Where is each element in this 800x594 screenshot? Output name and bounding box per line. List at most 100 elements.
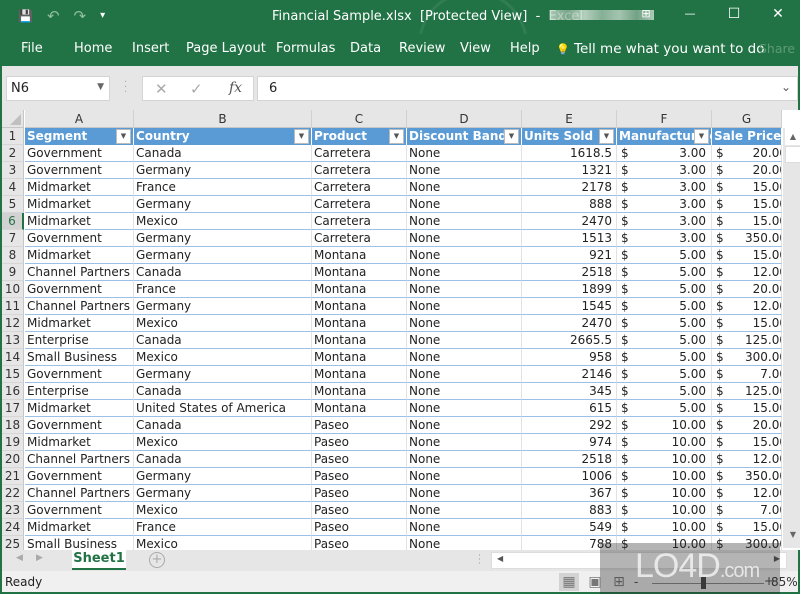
chevron-down-icon[interactable]: ▼ xyxy=(97,82,104,92)
table-cell-segment[interactable]: Government xyxy=(25,417,134,434)
table-cell-product[interactable]: Montana xyxy=(312,332,407,349)
table-cell-country[interactable]: Germany xyxy=(134,468,312,485)
scroll-up-icon[interactable]: ▲ xyxy=(785,128,800,145)
table-cell-mfg[interactable]: $5.00 xyxy=(617,315,712,332)
table-cell-units[interactable]: 1513 xyxy=(522,230,617,247)
prev-sheet-icon[interactable]: ◀ xyxy=(16,553,23,563)
table-cell-mfg[interactable]: $3.00 xyxy=(617,162,712,179)
table-cell-segment[interactable]: Small Business xyxy=(25,536,134,550)
table-cell-units[interactable]: 788 xyxy=(522,536,617,550)
table-cell-discount[interactable]: None xyxy=(407,230,522,247)
table-cell-product[interactable]: Paseo xyxy=(312,451,407,468)
table-cell-discount[interactable]: None xyxy=(407,468,522,485)
table-cell-country[interactable]: France xyxy=(134,281,312,298)
table-cell-price[interactable]: $12.00 xyxy=(712,298,782,315)
table-cell-segment[interactable]: Government xyxy=(25,145,134,162)
row-header[interactable]: 4 xyxy=(2,179,24,196)
tab-insert[interactable]: Insert xyxy=(132,41,169,56)
filter-dropdown-icon[interactable]: ▼ xyxy=(599,129,614,144)
row-header[interactable]: 6 xyxy=(2,213,24,230)
row-header[interactable]: 1 xyxy=(2,128,24,145)
tab-data[interactable]: Data xyxy=(350,41,381,56)
table-cell-price[interactable]: $15.00 xyxy=(712,196,782,213)
table-cell-mfg[interactable]: $3.00 xyxy=(617,145,712,162)
table-cell-segment[interactable]: Midmarket xyxy=(25,196,134,213)
column-header-d[interactable]: D xyxy=(407,110,522,128)
table-cell-discount[interactable]: None xyxy=(407,298,522,315)
column-header-f[interactable]: F xyxy=(617,110,712,128)
scroll-down-icon[interactable]: ▼ xyxy=(785,530,800,544)
table-cell-units[interactable]: 2518 xyxy=(522,264,617,281)
close-button[interactable]: ✕ xyxy=(756,0,800,30)
table-cell-mfg[interactable]: $10.00 xyxy=(617,468,712,485)
table-cell-product[interactable]: Carretera xyxy=(312,179,407,196)
table-cell-product[interactable]: Montana xyxy=(312,315,407,332)
table-cell-units[interactable]: 1899 xyxy=(522,281,617,298)
table-cell-discount[interactable]: None xyxy=(407,417,522,434)
table-cell-product[interactable]: Montana xyxy=(312,264,407,281)
table-cell-units[interactable]: 615 xyxy=(522,400,617,417)
table-cell-mfg[interactable]: $10.00 xyxy=(617,434,712,451)
table-cell-mfg[interactable]: $5.00 xyxy=(617,264,712,281)
table-cell-price[interactable]: $125.00 xyxy=(712,332,782,349)
row-header[interactable]: 14 xyxy=(2,349,24,366)
table-cell-mfg[interactable]: $3.00 xyxy=(617,196,712,213)
table-cell-country[interactable]: France xyxy=(134,179,312,196)
table-cell-discount[interactable]: None xyxy=(407,162,522,179)
row-header[interactable]: 15 xyxy=(2,366,24,383)
table-cell-price[interactable]: $20.00 xyxy=(712,281,782,298)
table-cell-product[interactable]: Paseo xyxy=(312,434,407,451)
table-cell-price[interactable]: $12.00 xyxy=(712,264,782,281)
zoom-slider-track[interactable] xyxy=(652,583,764,584)
table-cell-discount[interactable]: None xyxy=(407,213,522,230)
table-cell-price[interactable]: $15.00 xyxy=(712,213,782,230)
table-cell-price[interactable]: $12.00 xyxy=(712,451,782,468)
table-header-cell[interactable]: Units Sold ▼ xyxy=(522,128,617,145)
table-cell-discount[interactable]: None xyxy=(407,179,522,196)
table-cell-discount[interactable]: None xyxy=(407,281,522,298)
table-cell-discount[interactable]: None xyxy=(407,502,522,519)
table-cell-country[interactable]: Canada xyxy=(134,417,312,434)
table-cell-mfg[interactable]: $5.00 xyxy=(617,366,712,383)
table-cell-segment[interactable]: Channel Partners xyxy=(25,485,134,502)
table-cell-price[interactable]: $20.00 xyxy=(712,162,782,179)
table-cell-discount[interactable]: None xyxy=(407,247,522,264)
zoom-percent[interactable]: 85% xyxy=(771,575,798,589)
table-cell-discount[interactable]: None xyxy=(407,332,522,349)
tab-home[interactable]: Home xyxy=(74,41,112,56)
row-header[interactable]: 19 xyxy=(2,434,24,451)
table-cell-discount[interactable]: None xyxy=(407,145,522,162)
table-cell-product[interactable]: Paseo xyxy=(312,485,407,502)
table-cell-price[interactable]: $7.00 xyxy=(712,366,782,383)
sheet-tab-sheet1[interactable]: Sheet1 xyxy=(72,549,126,570)
column-header-b[interactable]: B xyxy=(134,110,312,128)
row-header[interactable]: 2 xyxy=(2,145,24,162)
row-header[interactable]: 16 xyxy=(2,383,24,400)
table-cell-segment[interactable]: Midmarket xyxy=(25,434,134,451)
column-header-a[interactable]: A xyxy=(25,110,134,128)
vertical-scrollbar[interactable]: ▲ ▼ xyxy=(783,128,800,548)
tab-page-layout[interactable]: Page Layout xyxy=(186,41,266,56)
table-cell-units[interactable]: 367 xyxy=(522,485,617,502)
table-cell-country[interactable]: Germany xyxy=(134,230,312,247)
column-header-g[interactable]: G xyxy=(712,110,782,128)
table-cell-units[interactable]: 2470 xyxy=(522,315,617,332)
table-cell-segment[interactable]: Government xyxy=(25,502,134,519)
save-icon[interactable]: 💾 xyxy=(18,7,33,25)
table-cell-units[interactable]: 1545 xyxy=(522,298,617,315)
zoom-slider-thumb[interactable] xyxy=(701,577,706,589)
table-cell-product[interactable]: Montana xyxy=(312,400,407,417)
row-header[interactable]: 18 xyxy=(2,417,24,434)
row-header[interactable]: 23 xyxy=(2,502,24,519)
row-header[interactable]: 8 xyxy=(2,247,24,264)
table-cell-mfg[interactable]: $3.00 xyxy=(617,179,712,196)
table-cell-mfg[interactable]: $5.00 xyxy=(617,298,712,315)
table-cell-segment[interactable]: Midmarket xyxy=(25,213,134,230)
table-cell-country[interactable]: Mexico xyxy=(134,536,312,550)
select-all-button[interactable] xyxy=(2,110,24,128)
table-cell-product[interactable]: Montana xyxy=(312,383,407,400)
table-cell-units[interactable]: 549 xyxy=(522,519,617,536)
table-cell-country[interactable]: Mexico xyxy=(134,502,312,519)
expand-formula-bar-icon[interactable]: ⌄ xyxy=(781,80,791,94)
table-cell-segment[interactable]: Midmarket xyxy=(25,247,134,264)
